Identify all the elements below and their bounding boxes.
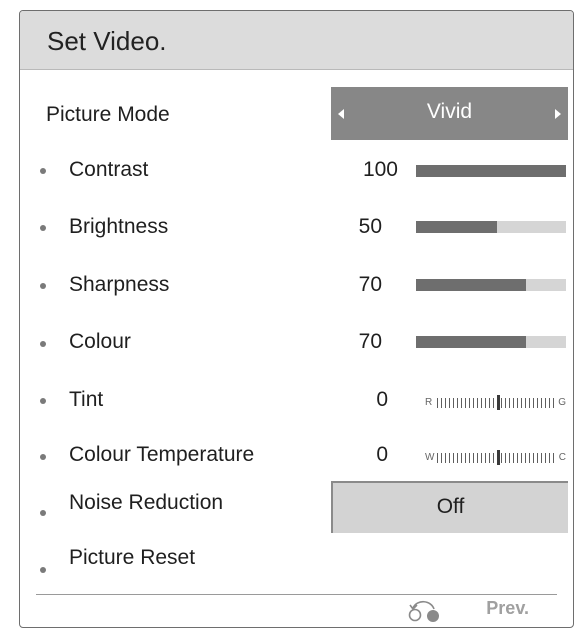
page-title: Set Video. — [47, 26, 167, 56]
noise-reduction-value: Off — [436, 495, 465, 518]
return-icon — [408, 600, 439, 622]
bullet-icon — [40, 168, 46, 174]
noise-reduction-selector[interactable]: Off — [331, 481, 568, 533]
colour-temperature-row[interactable]: Colour Temperature 0 W C — [20, 433, 573, 483]
brightness-value: 50 — [358, 215, 382, 238]
picture-mode-label: Picture Mode — [46, 103, 170, 126]
colour-temperature-right-end: C — [558, 452, 566, 463]
colour-temperature-scale[interactable]: W C — [425, 450, 566, 465]
tint-right-end: G — [558, 397, 566, 408]
level-fill — [416, 279, 526, 291]
brightness-level-bar[interactable] — [416, 221, 566, 233]
level-fill — [416, 165, 566, 177]
colour-value: 70 — [358, 330, 382, 353]
tint-scale[interactable]: R G — [425, 395, 566, 410]
bullet-icon — [40, 454, 46, 460]
menu-header: Set Video. — [20, 11, 573, 70]
arrow-right-icon[interactable] — [555, 109, 561, 119]
tint-value: 0 — [376, 388, 388, 411]
colour-label: Colour — [69, 330, 131, 353]
brightness-row[interactable]: Brightness 50 — [20, 205, 573, 255]
sharpness-label: Sharpness — [69, 273, 170, 296]
sharpness-level-bar[interactable] — [416, 279, 566, 291]
video-settings-panel: Set Video. Picture Mode Vivid Contrast 1… — [19, 10, 574, 628]
contrast-value: 100 — [362, 158, 398, 181]
brightness-label: Brightness — [69, 215, 169, 238]
contrast-row[interactable]: Contrast 100 — [20, 148, 573, 198]
contrast-label: Contrast — [69, 158, 149, 181]
bullet-icon — [40, 510, 46, 516]
picture-reset-row[interactable]: Picture Reset — [20, 541, 573, 591]
tint-label: Tint — [69, 388, 104, 411]
sharpness-row[interactable]: Sharpness 70 — [20, 263, 573, 313]
bullet-icon — [40, 398, 46, 404]
bullet-icon — [40, 567, 46, 573]
bullet-icon — [40, 341, 46, 347]
prev-button[interactable]: Prev. — [486, 598, 529, 619]
bullet-icon — [40, 225, 46, 231]
picture-mode-selector[interactable]: Vivid — [331, 87, 568, 140]
sharpness-value: 70 — [358, 273, 382, 296]
colour-row[interactable]: Colour 70 — [20, 320, 573, 370]
footer-divider — [36, 594, 557, 595]
contrast-level-bar[interactable] — [416, 165, 566, 177]
colour-level-bar[interactable] — [416, 336, 566, 348]
picture-mode-value: Vivid — [426, 100, 473, 123]
picture-reset-label: Picture Reset — [69, 546, 196, 569]
level-fill — [416, 221, 497, 233]
colour-temperature-left-end: W — [425, 452, 435, 463]
colour-temperature-value: 0 — [376, 443, 388, 466]
colour-temperature-label: Colour Temperature — [69, 443, 255, 466]
level-fill — [416, 336, 526, 348]
tint-row[interactable]: Tint 0 R G — [20, 378, 573, 428]
bullet-icon — [40, 283, 46, 289]
tint-left-end: R — [425, 397, 433, 408]
noise-reduction-label: Noise Reduction — [69, 491, 224, 514]
